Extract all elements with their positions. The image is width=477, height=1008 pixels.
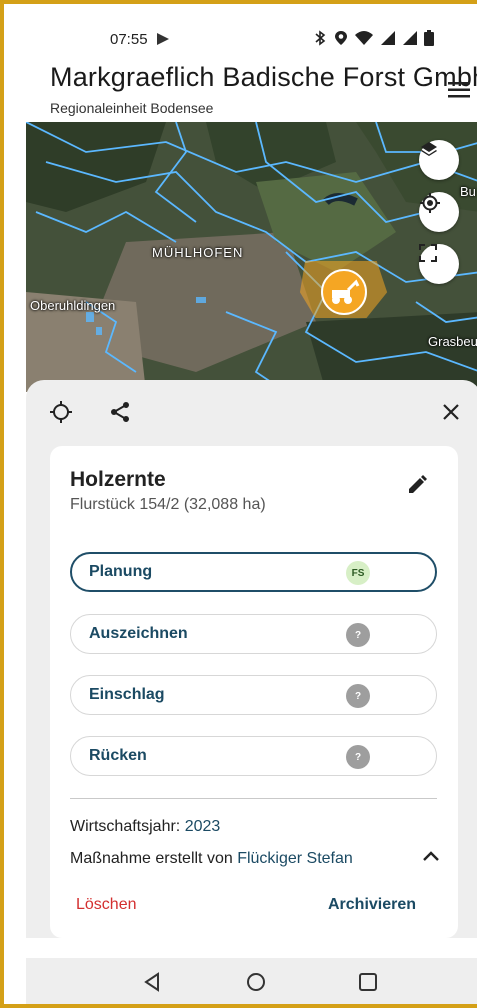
recents-icon[interactable] — [356, 970, 380, 994]
map-label-grasbeu: Grasbeu — [428, 334, 477, 349]
signal-roaming-icon — [403, 31, 417, 45]
layers-button[interactable] — [419, 140, 459, 180]
map-label-oberuhldingen: Oberuhldingen — [30, 298, 116, 313]
signal-icon — [381, 31, 395, 45]
system-icons — [312, 30, 434, 46]
measure-title: Holzernte — [70, 468, 166, 491]
gps-icon — [420, 193, 440, 213]
menu-icon[interactable] — [448, 82, 470, 98]
map-imagery — [26, 122, 477, 392]
edit-icon[interactable] — [406, 474, 428, 496]
my-location-button[interactable] — [419, 192, 459, 232]
fiscal-year-row: Wirtschaftsjahr: 2023 — [70, 818, 220, 836]
status-bar: 07:55 — [26, 8, 477, 64]
phone-screen: 07:55 Markgraeflich Badische Forst Gmbh … — [26, 8, 477, 1004]
fullscreen-icon — [419, 244, 437, 262]
location-icon — [335, 31, 347, 45]
close-icon — [443, 404, 459, 420]
step-einschlag[interactable]: Einschlag ? — [70, 675, 437, 715]
media-play-icon — [157, 33, 169, 45]
map-label-bu: Bu — [460, 184, 476, 199]
measure-card: Holzernte Flurstück 154/2 (32,088 ha) Pl… — [50, 446, 458, 938]
bluetooth-icon — [315, 30, 326, 46]
share-button[interactable] — [105, 397, 135, 427]
assignee-badge: FS — [346, 561, 370, 585]
wifi-icon — [355, 31, 373, 45]
status-time: 07:55 — [110, 31, 148, 48]
step-planung[interactable]: Planung FS — [70, 552, 437, 592]
detail-sheet: Holzernte Flurstück 154/2 (32,088 ha) Pl… — [26, 380, 477, 938]
crosshair-icon — [50, 401, 72, 423]
battery-icon — [424, 30, 434, 46]
divider — [70, 798, 437, 799]
unassigned-badge: ? — [346, 623, 370, 647]
map-label-muehlhofen: MÜHLHOFEN — [152, 245, 244, 260]
step-label: Planung — [89, 563, 153, 580]
unassigned-badge: ? — [346, 745, 370, 769]
fiscal-year-label: Wirtschaftsjahr: — [70, 818, 181, 835]
delete-button[interactable]: Löschen — [76, 896, 137, 914]
created-by-label: Maßnahme erstellt von — [70, 850, 233, 867]
close-button[interactable] — [436, 397, 466, 427]
archive-button[interactable]: Archivieren — [328, 896, 416, 914]
parcel-info: Flurstück 154/2 (32,088 ha) — [70, 496, 266, 513]
chevron-up-icon[interactable] — [422, 850, 440, 862]
step-label: Einschlag — [89, 686, 165, 703]
fullscreen-button[interactable] — [419, 244, 459, 284]
step-label: Rücken — [89, 747, 147, 764]
step-auszeichnen[interactable]: Auszeichnen ? — [70, 614, 437, 654]
device-frame: 07:55 Markgraeflich Badische Forst Gmbh … — [0, 0, 477, 1008]
back-icon[interactable] — [140, 970, 164, 994]
satellite-map[interactable]: MÜHLHOFEN Oberuhldingen Grasbeu Bu — [26, 122, 477, 392]
home-icon[interactable] — [244, 970, 268, 994]
system-nav-bar — [26, 958, 477, 1004]
unassigned-badge: ? — [346, 684, 370, 708]
created-by-user[interactable]: Flückiger Stefan — [237, 850, 353, 867]
fiscal-year-value[interactable]: 2023 — [185, 818, 221, 835]
step-label: Auszeichnen — [89, 625, 188, 642]
center-on-map-button[interactable] — [46, 397, 76, 427]
layers-icon — [421, 142, 437, 156]
harvester-marker-icon[interactable] — [320, 268, 368, 316]
app-title: Markgraeflich Badische Forst Gmbh — [50, 62, 477, 92]
app-subtitle: Regionaleinheit Bodensee — [50, 100, 214, 116]
step-ruecken[interactable]: Rücken ? — [70, 736, 437, 776]
share-icon — [111, 402, 129, 422]
created-by-row: Maßnahme erstellt von Flückiger Stefan — [70, 850, 353, 868]
